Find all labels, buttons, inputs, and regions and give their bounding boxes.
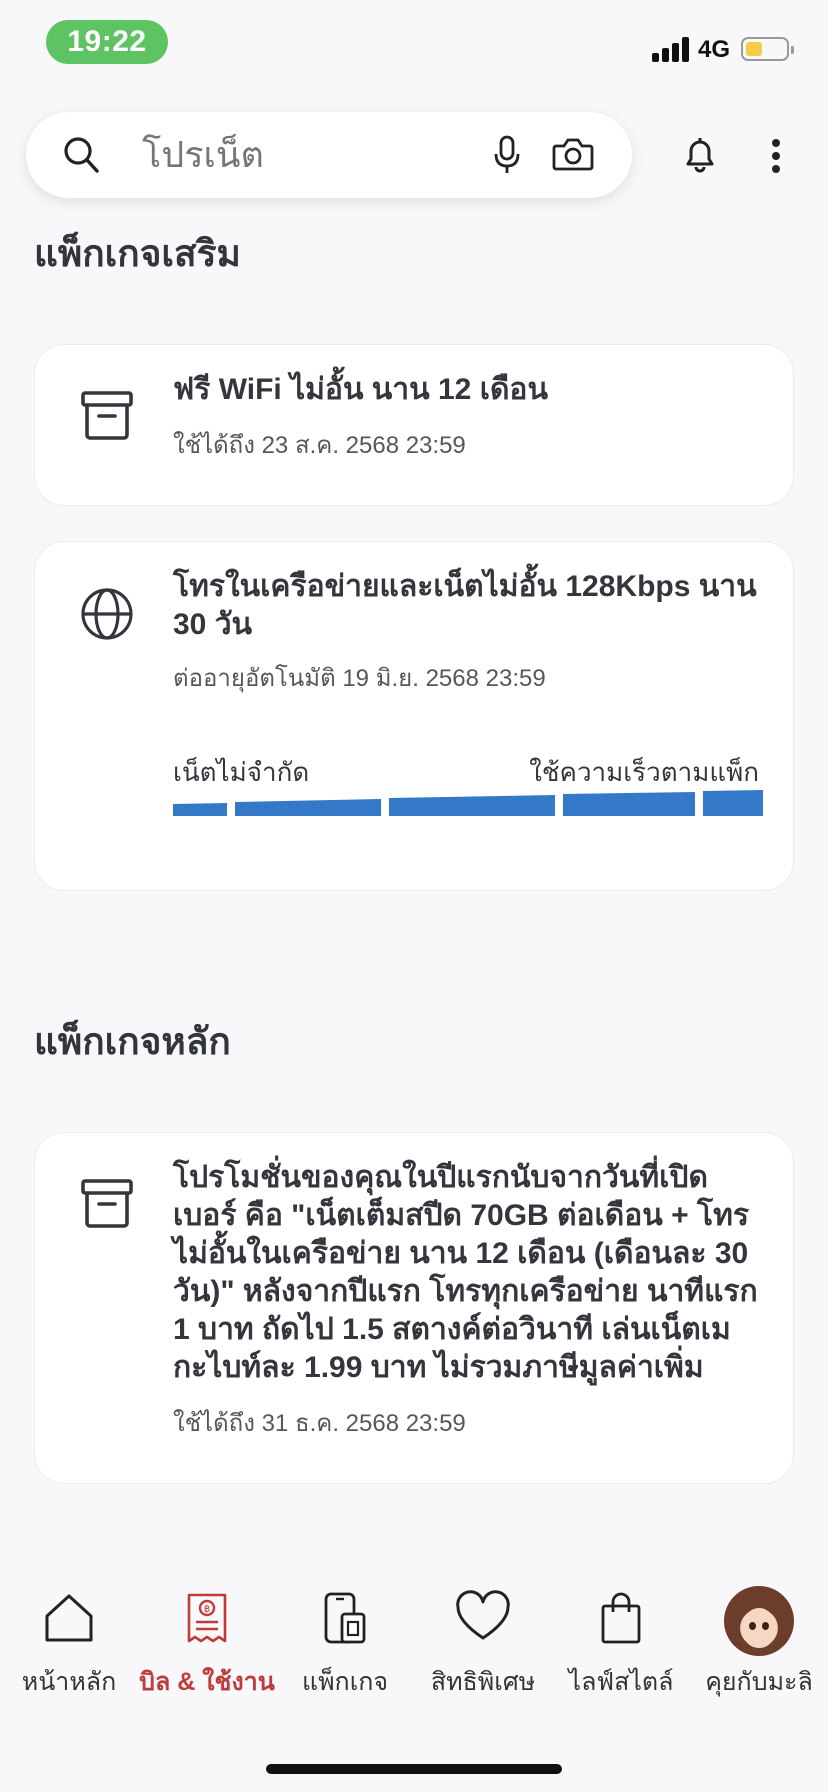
nav-label: สิทธิพิเศษ [430,1668,536,1696]
search-input[interactable] [142,134,402,176]
search-bar[interactable] [26,112,632,198]
nav-item-privileges[interactable]: สิทธิพิเศษ [414,1570,552,1700]
nav-item-package[interactable]: แพ็กเกจ [276,1570,414,1700]
camera-icon[interactable] [552,136,594,177]
battery-icon [741,37,794,61]
package-title: ฟรี WiFi ไม่อั้น นาน 12 เดือน [173,373,548,406]
heart-icon [454,1590,512,1651]
nav-label: คุยกับมะลิ [705,1668,813,1696]
nav-label: ไลฟ์สไตล์ [568,1668,674,1696]
shopping-bag-icon [598,1590,644,1651]
search-icon[interactable] [62,135,102,180]
bottom-navigation: หน้าหลัก ฿ บิล & ใช้งาน แพ็กเกจ สิทธิพิเ… [0,1570,828,1700]
home-indicator [266,1764,562,1774]
package-description: โปรโมชั่นของคุณในปีแรกนับจากวันที่เปิดเบ… [173,1161,758,1384]
assistant-avatar [724,1586,794,1656]
main-package-card[interactable]: โปรโมชั่นของคุณในปีแรกนับจากวันที่เปิดเบ… [34,1132,794,1484]
globe-icon [79,586,135,647]
package-renewal: ต่ออายุอัตโนมัติ 19 มิ.ย. 2568 23:59 [173,665,546,692]
nav-label: หน้าหลัก [21,1668,117,1696]
status-bar: 19:22 4G [0,0,828,90]
archive-box-icon [79,1177,135,1236]
speed-indicator-bar [173,790,763,816]
microphone-icon[interactable] [492,134,522,181]
svg-text:฿: ฿ [204,1604,210,1615]
package-expiry: ใช้ได้ถึง 23 ส.ค. 2568 23:59 [173,432,466,459]
bell-icon[interactable] [680,134,720,179]
nav-item-bill[interactable]: ฿ บิล & ใช้งาน [138,1570,276,1700]
nav-item-lifestyle[interactable]: ไลฟ์สไตล์ [552,1570,690,1700]
addon-package-card[interactable]: โทรในเครือข่ายและเน็ตไม่อั้น 128Kbps นาน… [34,541,794,891]
nav-item-assistant[interactable]: คุยกับมะลิ [690,1570,828,1700]
network-type: 4G [698,36,731,63]
home-icon [41,1590,97,1651]
nav-item-home[interactable]: หน้าหลัก [0,1570,138,1700]
nav-label: บิล & ใช้งาน [139,1668,275,1696]
archive-box-icon [79,389,135,448]
addon-package-card[interactable]: ฟรี WiFi ไม่อั้น นาน 12 เดือน ใช้ได้ถึง … [34,344,794,506]
package-title: โทรในเครือข่ายและเน็ตไม่อั้น 128Kbps นาน… [173,570,757,641]
signal-icon [652,36,692,62]
package-expiry: ใช้ได้ถึง 31 ธ.ค. 2568 23:59 [173,1410,466,1437]
more-options-icon[interactable] [770,138,782,179]
bill-icon: ฿ [184,1590,230,1651]
status-time: 19:22 [46,20,168,64]
nav-label: แพ็กเกจ [301,1668,389,1696]
main-section-title: แพ็กเกจหลัก [34,1021,231,1062]
phone-sim-icon [320,1590,370,1651]
addon-section-title: แพ็กเกจเสริม [34,233,241,274]
